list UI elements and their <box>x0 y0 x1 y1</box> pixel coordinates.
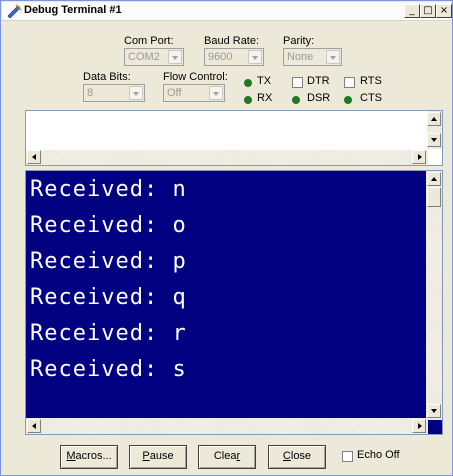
chevron-down-icon <box>129 86 143 100</box>
receive-line: Received: s <box>30 357 187 382</box>
rts-checkbox[interactable] <box>344 77 355 88</box>
tx-label: TX <box>257 75 272 87</box>
transmit-hscroll-track[interactable] <box>26 150 428 165</box>
dtr-label: DTR <box>307 75 330 87</box>
data-bits-select[interactable]: 8 <box>83 84 145 102</box>
parity-value: None <box>287 51 314 63</box>
clear-button[interactable]: Clear <box>198 445 256 469</box>
clear-mnemonic: r <box>236 450 241 462</box>
chevron-down-icon <box>168 50 182 64</box>
dsr-led-icon <box>292 96 300 104</box>
minimize-button[interactable]: _ <box>404 4 420 18</box>
com-port-select[interactable]: COM2 <box>124 48 184 66</box>
receive-line: Received: p <box>30 249 187 274</box>
data-bits-value: 8 <box>87 87 94 99</box>
receive-vscroll-track[interactable] <box>426 171 442 420</box>
macros-mnemonic: M <box>66 450 76 462</box>
receive-line: Received: q <box>30 285 187 310</box>
window-title: Debug Terminal #1 <box>24 4 122 16</box>
maximize-button[interactable]: □ <box>420 4 436 18</box>
rx-led-icon <box>244 96 252 104</box>
rts-label: RTS <box>360 75 382 87</box>
chevron-down-icon <box>248 50 262 64</box>
title-bar[interactable]: Debug Terminal #1 _ □ × <box>2 2 452 21</box>
scroll-down-icon[interactable] <box>427 404 441 418</box>
cts-label: CTS <box>360 92 382 104</box>
chevron-down-icon <box>209 86 223 100</box>
com-port-value: COM2 <box>128 51 160 63</box>
close-label: lose <box>290 450 312 462</box>
cts-led-icon <box>344 96 352 104</box>
data-bits-label: Data Bits: <box>83 71 131 83</box>
baud-rate-select[interactable]: 9600 <box>204 48 264 66</box>
pause-mnemonic: P <box>142 450 150 462</box>
com-port-label: Com Port: <box>124 35 174 47</box>
pause-button[interactable]: Pause <box>129 445 187 469</box>
flow-control-select[interactable]: Off <box>163 84 225 102</box>
scroll-up-icon[interactable] <box>427 172 441 186</box>
macros-label: acros... <box>75 450 112 462</box>
pause-label: ause <box>149 450 174 462</box>
debug-terminal-window: Debug Terminal #1 _ □ × Com Port: COM2 B… <box>0 0 453 476</box>
receive-line: Received: n <box>30 177 187 202</box>
dtr-checkbox[interactable] <box>292 77 303 88</box>
close-button[interactable]: Close <box>268 445 326 469</box>
close-mnemonic: C <box>282 450 291 462</box>
receive-hscroll-track[interactable] <box>26 418 428 434</box>
receive-pane[interactable]: Received: n Received: o Received: p Rece… <box>25 170 443 435</box>
parity-select[interactable]: None <box>283 48 342 66</box>
scroll-left-icon[interactable] <box>27 150 41 164</box>
receive-line: Received: r <box>30 321 187 346</box>
echo-off-label: Echo Off <box>357 449 400 461</box>
macros-button[interactable]: Macros... <box>60 445 118 469</box>
receive-scroll-thumb[interactable] <box>427 187 441 207</box>
scroll-right-icon[interactable] <box>412 419 426 433</box>
scroll-down-icon[interactable] <box>427 133 441 147</box>
baud-rate-value: 9600 <box>208 51 233 63</box>
parity-label: Parity: <box>283 35 315 47</box>
scroll-left-icon[interactable] <box>27 419 41 433</box>
app-icon <box>7 4 22 18</box>
rx-label: RX <box>257 92 273 104</box>
tx-led-icon <box>244 79 252 87</box>
scroll-right-icon[interactable] <box>412 150 426 164</box>
baud-rate-label: Baud Rate: <box>204 35 260 47</box>
transmit-pane[interactable] <box>25 110 443 166</box>
dsr-label: DSR <box>307 92 331 104</box>
close-window-button[interactable]: × <box>436 4 452 18</box>
clear-label: Clea <box>213 450 237 462</box>
echo-off-checkbox[interactable] <box>342 451 353 462</box>
flow-control-label: Flow Control: <box>163 71 228 83</box>
flow-control-value: Off <box>167 87 182 99</box>
chevron-down-icon <box>326 50 340 64</box>
receive-line: Received: o <box>30 213 187 238</box>
scroll-up-icon[interactable] <box>427 112 441 126</box>
